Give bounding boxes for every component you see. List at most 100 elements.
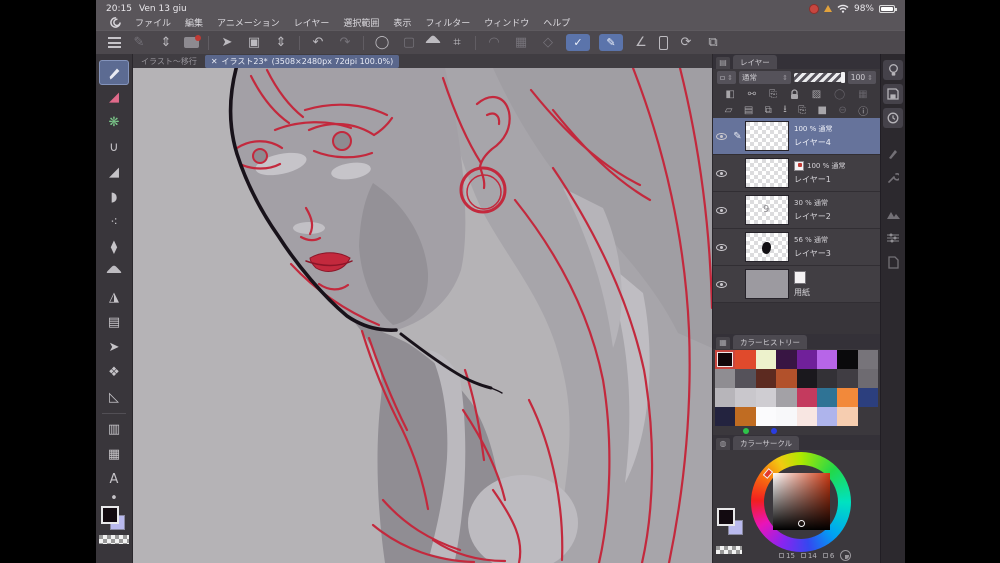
- main-menu-icon[interactable]: [108, 37, 121, 48]
- layer-name[interactable]: レイヤー2: [794, 211, 831, 222]
- transparent-color-chip[interactable]: [716, 546, 742, 554]
- history-button[interactable]: [883, 108, 903, 128]
- tool-marker[interactable]: ◢: [99, 85, 129, 110]
- swatch[interactable]: [857, 369, 878, 388]
- opacity-stepper[interactable]: 100 ⇕: [847, 71, 876, 84]
- tool-border[interactable]: ▦: [99, 442, 129, 467]
- layer-thumbnail[interactable]: [745, 121, 789, 151]
- menu-animation[interactable]: アニメーション: [217, 16, 280, 29]
- tool-frame[interactable]: ▤: [99, 310, 129, 335]
- swatch[interactable]: [837, 407, 858, 426]
- layer-row-2[interactable]: 9 30 % 通常 レイヤー2: [713, 192, 880, 229]
- subtool-dock[interactable]: [883, 144, 903, 164]
- brush-active-toggle-icon[interactable]: ✎: [599, 34, 623, 51]
- companion-device-icon[interactable]: [659, 35, 668, 50]
- visibility-eye-icon[interactable]: [713, 206, 730, 214]
- swatch[interactable]: [755, 388, 777, 407]
- swatch[interactable]: [715, 369, 736, 388]
- fill-bucket-icon[interactable]: [424, 34, 442, 51]
- expression-combo[interactable]: ▫ ⇕: [717, 71, 736, 84]
- menu-filter[interactable]: フィルター: [425, 16, 470, 29]
- tool-figure[interactable]: ◮: [99, 285, 129, 310]
- swatch[interactable]: [816, 369, 838, 388]
- angle-ruler-icon[interactable]: ∠: [632, 34, 650, 51]
- select-rect-icon[interactable]: ▢: [400, 34, 418, 51]
- tool-property-icon[interactable]: ➤: [218, 34, 236, 51]
- transparent-color-chip[interactable]: [99, 535, 129, 544]
- main-color-chips[interactable]: [100, 506, 128, 532]
- transfer-icon[interactable]: ⎘: [798, 105, 806, 116]
- drawing-canvas[interactable]: [133, 68, 712, 563]
- layer-thumbnail[interactable]: 9: [745, 195, 789, 225]
- blend-mode-combo[interactable]: 通常 ⇕: [738, 71, 791, 84]
- swatch[interactable]: [857, 350, 878, 369]
- menu-edit[interactable]: 編集: [185, 16, 203, 29]
- menu-view[interactable]: 表示: [393, 16, 411, 29]
- swatch[interactable]: [776, 369, 797, 388]
- visibility-eye-icon[interactable]: [713, 243, 730, 251]
- swatch[interactable]: [857, 388, 878, 407]
- rotate-canvas-icon[interactable]: ⟳: [677, 34, 695, 51]
- swatch[interactable]: [735, 388, 756, 407]
- swatch[interactable]: [796, 407, 817, 426]
- adjust-dock[interactable]: [883, 228, 903, 248]
- swatch[interactable]: [816, 388, 838, 407]
- tool-decoration[interactable]: ❋: [99, 110, 129, 135]
- menu-layer[interactable]: レイヤー: [294, 16, 330, 29]
- tab-color-circle[interactable]: カラーサークル: [733, 436, 800, 450]
- material-dock[interactable]: [883, 204, 903, 224]
- snap-ruler-toggle-icon[interactable]: ✓: [566, 34, 590, 51]
- snap-poly-icon[interactable]: ◇: [539, 34, 557, 51]
- menu-file[interactable]: ファイル: [135, 16, 171, 29]
- merge-down-icon[interactable]: ⭳: [783, 102, 787, 119]
- tool-select[interactable]: ➤: [99, 335, 129, 360]
- visibility-eye-icon[interactable]: [713, 132, 730, 140]
- layer-thumbnail[interactable]: [745, 232, 789, 262]
- swatch[interactable]: [776, 350, 797, 369]
- redo-icon[interactable]: ↷: [336, 34, 354, 51]
- swatch[interactable]: [735, 369, 756, 388]
- tool-fill[interactable]: [99, 260, 129, 285]
- new-folder-icon[interactable]: ▤: [744, 105, 753, 116]
- tab-color-history[interactable]: カラーヒストリー: [733, 335, 807, 349]
- screenshot-icon[interactable]: [184, 35, 201, 48]
- layer-thumbnail[interactable]: [745, 269, 789, 299]
- layer-thumbnail[interactable]: [745, 158, 789, 188]
- saturation-value-box[interactable]: [773, 473, 830, 530]
- file-folder-icon[interactable]: ▣: [245, 34, 263, 51]
- swatch[interactable]: [715, 350, 736, 369]
- swatch[interactable]: [816, 350, 838, 369]
- reference-layer-icon[interactable]: ⚯: [748, 89, 756, 100]
- layer-info-icon[interactable]: ⓘ: [858, 103, 868, 118]
- wheel-tab-icon[interactable]: ◍: [716, 438, 730, 450]
- edit-pen-icon[interactable]: ✎: [130, 34, 148, 51]
- visibility-eye-icon[interactable]: [713, 280, 730, 288]
- tool-object[interactable]: ❖: [99, 360, 129, 385]
- new-layer-icon[interactable]: ▱: [725, 105, 733, 116]
- lock-alpha-icon[interactable]: ▨: [812, 89, 821, 100]
- visibility-eye-icon[interactable]: [713, 169, 730, 177]
- delete-layer-icon[interactable]: ⊖: [838, 105, 846, 116]
- quick-access-button[interactable]: [883, 60, 903, 80]
- clip-layer-icon[interactable]: ◧: [725, 89, 734, 100]
- tool-more[interactable]: •: [99, 491, 129, 506]
- sv-selector[interactable]: [798, 520, 805, 527]
- mask-enable-icon[interactable]: ◯: [834, 89, 845, 100]
- layer-row-3[interactable]: 56 % 通常 レイヤー3: [713, 229, 880, 266]
- collapse-icon[interactable]: ⇕: [157, 34, 175, 51]
- layer-name[interactable]: レイヤー4: [794, 137, 832, 148]
- page-dock[interactable]: [883, 252, 903, 272]
- layer-name[interactable]: レイヤー3: [794, 248, 831, 259]
- swatch-dot[interactable]: [771, 427, 777, 434]
- swatch[interactable]: [837, 350, 858, 369]
- tab-close-icon[interactable]: ✕: [211, 57, 218, 66]
- undo-icon[interactable]: ↶: [309, 34, 327, 51]
- swatch[interactable]: [735, 350, 756, 369]
- menu-window[interactable]: ウィンドウ: [484, 16, 529, 29]
- swatch[interactable]: [796, 350, 817, 369]
- swatch[interactable]: [755, 350, 777, 369]
- swatch[interactable]: [816, 407, 838, 426]
- color-mixer-icon[interactable]: [840, 550, 852, 561]
- tool-stitch[interactable]: ∪: [99, 135, 129, 160]
- tool-eyedropper[interactable]: ⧫: [99, 235, 129, 260]
